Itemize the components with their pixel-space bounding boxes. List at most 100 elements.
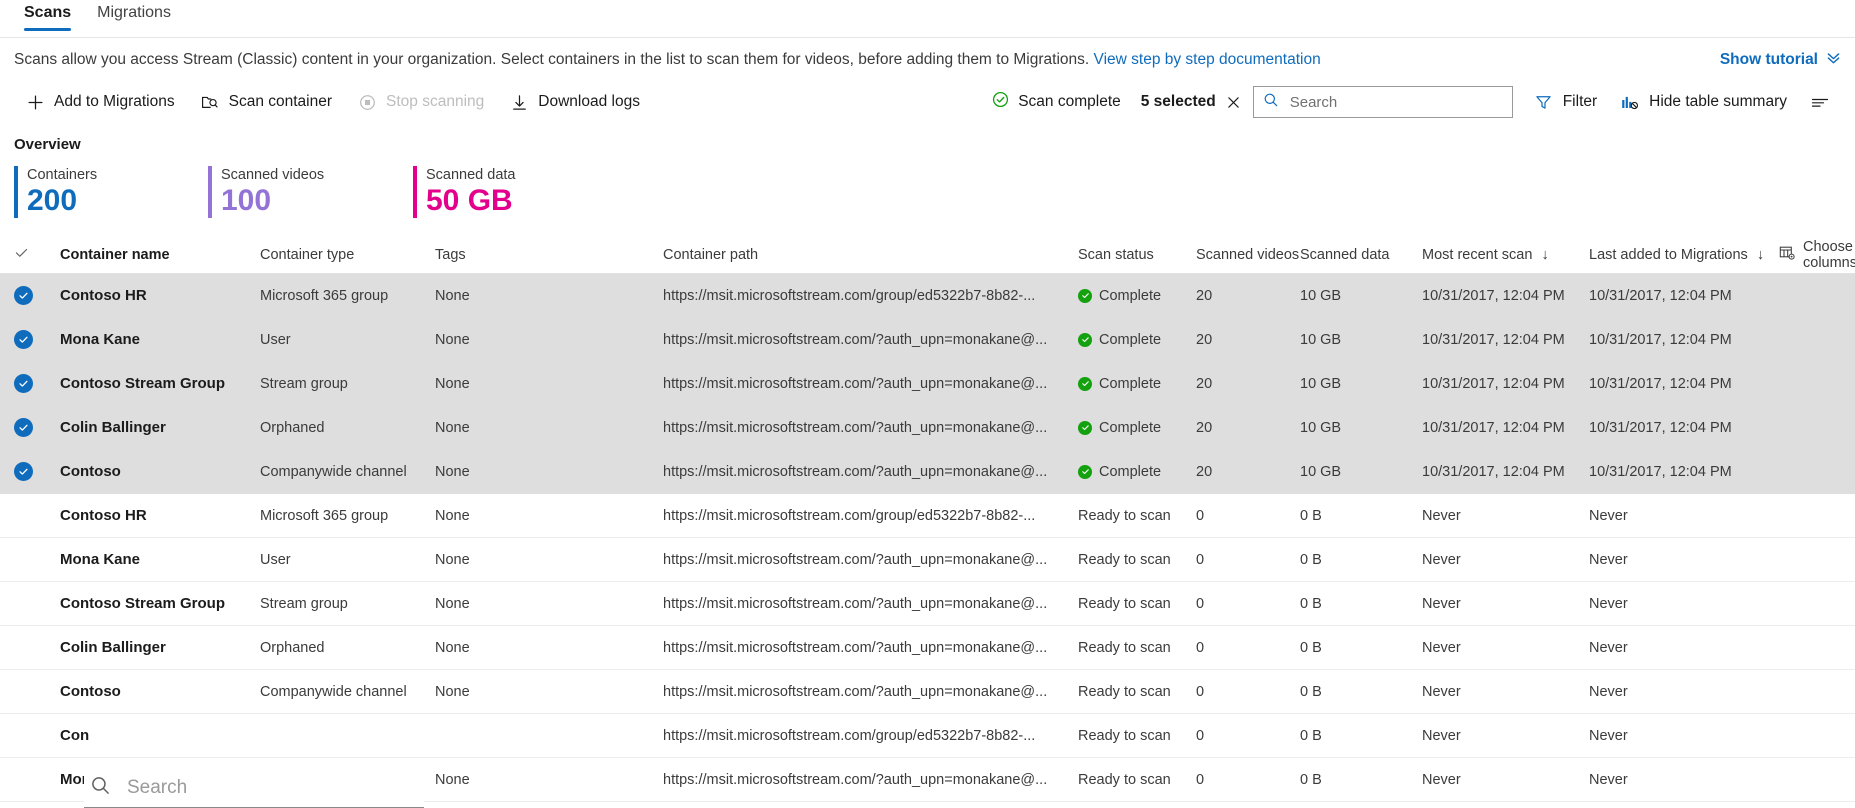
cell-recent: Never [1422,684,1589,700]
cell-name: Mona Kane [60,551,260,568]
cell-status-label: Complete [1099,420,1161,436]
cell-added: Never [1589,508,1779,524]
cell-status-label: Complete [1099,376,1161,392]
cell-type: Companywide channel [260,684,435,700]
scan-status-label: Scan complete [1018,93,1121,111]
cell-status-label: Ready to scan [1078,508,1171,524]
table-row[interactable]: Contoso Stream GroupStream groupNonehttp… [0,582,1855,626]
column-header-scanned-data[interactable]: Scanned data [1300,247,1422,263]
cell-tags: None [435,332,663,348]
cell-videos: 0 [1196,684,1300,700]
documentation-link[interactable]: View step by step documentation [1094,51,1321,68]
row-checkbox[interactable] [14,330,60,349]
view-options-button[interactable] [1799,87,1841,117]
cell-data: 10 GB [1300,332,1422,348]
column-header-last-added-to-migrations[interactable]: Last added to Migrations ↓ [1589,247,1779,263]
cell-added: 10/31/2017, 12:04 PM [1589,464,1779,480]
add-to-migrations-button[interactable]: Add to Migrations [14,87,187,117]
table-row[interactable]: Contoso HRMicrosoft 365 groupNonehttps:/… [0,274,1855,318]
cell-recent: 10/31/2017, 12:04 PM [1422,420,1589,436]
table-row[interactable]: Colin BallingerOrphanedNonehttps://msit.… [0,406,1855,450]
cell-path: https://msit.microsoftstream.com/?auth_u… [663,596,1078,612]
cell-added: Never [1589,552,1779,568]
row-checkbox[interactable] [14,418,60,437]
cell-status-label: Ready to scan [1078,684,1171,700]
table-row[interactable]: Conhttps://msit.microsoftstream.com/grou… [0,714,1855,758]
table-row[interactable]: ContosoCompanywide channelNonehttps://ms… [0,670,1855,714]
floating-search-box[interactable] [84,768,424,808]
cell-path: https://msit.microsoftstream.com/?auth_u… [663,420,1078,436]
filter-label: Filter [1563,93,1597,111]
choose-columns-label: Choose columns [1803,239,1855,271]
hide-table-summary-button[interactable]: Hide table summary [1609,87,1799,117]
cell-added: Never [1589,728,1779,744]
stop-scanning-button: Stop scanning [346,87,496,117]
column-header-container-type[interactable]: Container type [260,247,435,263]
download-logs-button[interactable]: Download logs [498,87,652,117]
show-tutorial-button[interactable]: Show tutorial [1720,50,1841,70]
column-header-scan-status[interactable]: Scan status [1078,247,1196,263]
tab-migrations[interactable]: Migrations [87,0,181,35]
table-row[interactable]: ContosoCompanywide channelNonehttps://ms… [0,450,1855,494]
table-row[interactable]: Mona KaneUserNonehttps://msit.microsofts… [0,318,1855,362]
filter-button[interactable]: Filter [1523,87,1609,117]
cell-name: Contoso [60,683,260,700]
column-header-last-added-label: Last added to Migrations [1589,247,1748,263]
checkmark-icon [14,245,29,264]
table-row[interactable]: Colin BallingerOrphanedNonehttps://msit.… [0,626,1855,670]
chevron-double-down-icon [1826,50,1841,70]
tab-scans[interactable]: Scans [14,0,81,35]
cell-type: Orphaned [260,420,435,436]
table-body: Contoso HRMicrosoft 365 groupNonehttps:/… [0,274,1855,802]
cell-data: 0 B [1300,684,1422,700]
row-checkbox[interactable] [14,286,60,305]
overview-card-containers: Containers 200 [14,166,208,218]
table-header-row: Container name Container type Tags Conta… [0,236,1855,274]
table-row[interactable]: Mona KaneUserNonehttps://msit.microsofts… [0,538,1855,582]
row-checkbox[interactable] [14,374,60,393]
overview-card-containers-value: 200 [27,184,208,218]
table-row[interactable]: Contoso Stream GroupStream groupNonehttp… [0,362,1855,406]
scan-container-label: Scan container [229,93,332,111]
stop-scanning-label: Stop scanning [386,93,484,111]
cell-status: Ready to scan [1078,772,1196,788]
cell-name: Con [60,727,260,744]
close-icon[interactable] [1226,95,1241,110]
sort-desc-arrow-icon: ↓ [1541,247,1548,263]
cell-videos: 20 [1196,288,1300,304]
cell-status: Ready to scan [1078,640,1196,656]
cell-name: Contoso Stream Group [60,375,260,392]
search-input[interactable] [1288,93,1503,112]
column-header-most-recent-scan-label: Most recent scan [1422,247,1532,263]
select-all-checkbox[interactable] [14,245,60,264]
column-header-tags[interactable]: Tags [435,247,663,263]
cell-videos: 0 [1196,552,1300,568]
checked-circle-icon [14,462,33,481]
choose-columns-button[interactable]: Choose columns [1779,239,1855,271]
cell-data: 0 B [1300,596,1422,612]
overview-card-containers-label: Containers [27,166,208,184]
cell-videos: 0 [1196,596,1300,612]
column-header-scanned-videos[interactable]: Scanned videos [1196,247,1300,263]
cell-videos: 0 [1196,508,1300,524]
cell-added: 10/31/2017, 12:04 PM [1589,376,1779,392]
tab-scans-label: Scans [24,4,71,21]
cell-name: Colin Ballinger [60,419,260,436]
search-box[interactable] [1253,86,1513,118]
row-checkbox[interactable] [14,462,60,481]
cell-added: 10/31/2017, 12:04 PM [1589,420,1779,436]
cell-status: Ready to scan [1078,552,1196,568]
cell-type: Microsoft 365 group [260,508,435,524]
cell-tags: None [435,376,663,392]
cell-name: Contoso Stream Group [60,595,260,612]
column-header-container-path[interactable]: Container path [663,247,1078,263]
cell-tags: None [435,772,663,788]
column-header-most-recent-scan[interactable]: Most recent scan ↓ [1422,247,1589,263]
column-header-container-name[interactable]: Container name [60,247,260,263]
floating-search-input[interactable] [125,776,418,800]
scan-container-button[interactable]: Scan container [189,87,344,117]
table-row[interactable]: Contoso HRMicrosoft 365 groupNonehttps:/… [0,494,1855,538]
cell-path: https://msit.microsoftstream.com/?auth_u… [663,464,1078,480]
cell-name: Contoso [60,463,260,480]
cell-recent: 10/31/2017, 12:04 PM [1422,376,1589,392]
